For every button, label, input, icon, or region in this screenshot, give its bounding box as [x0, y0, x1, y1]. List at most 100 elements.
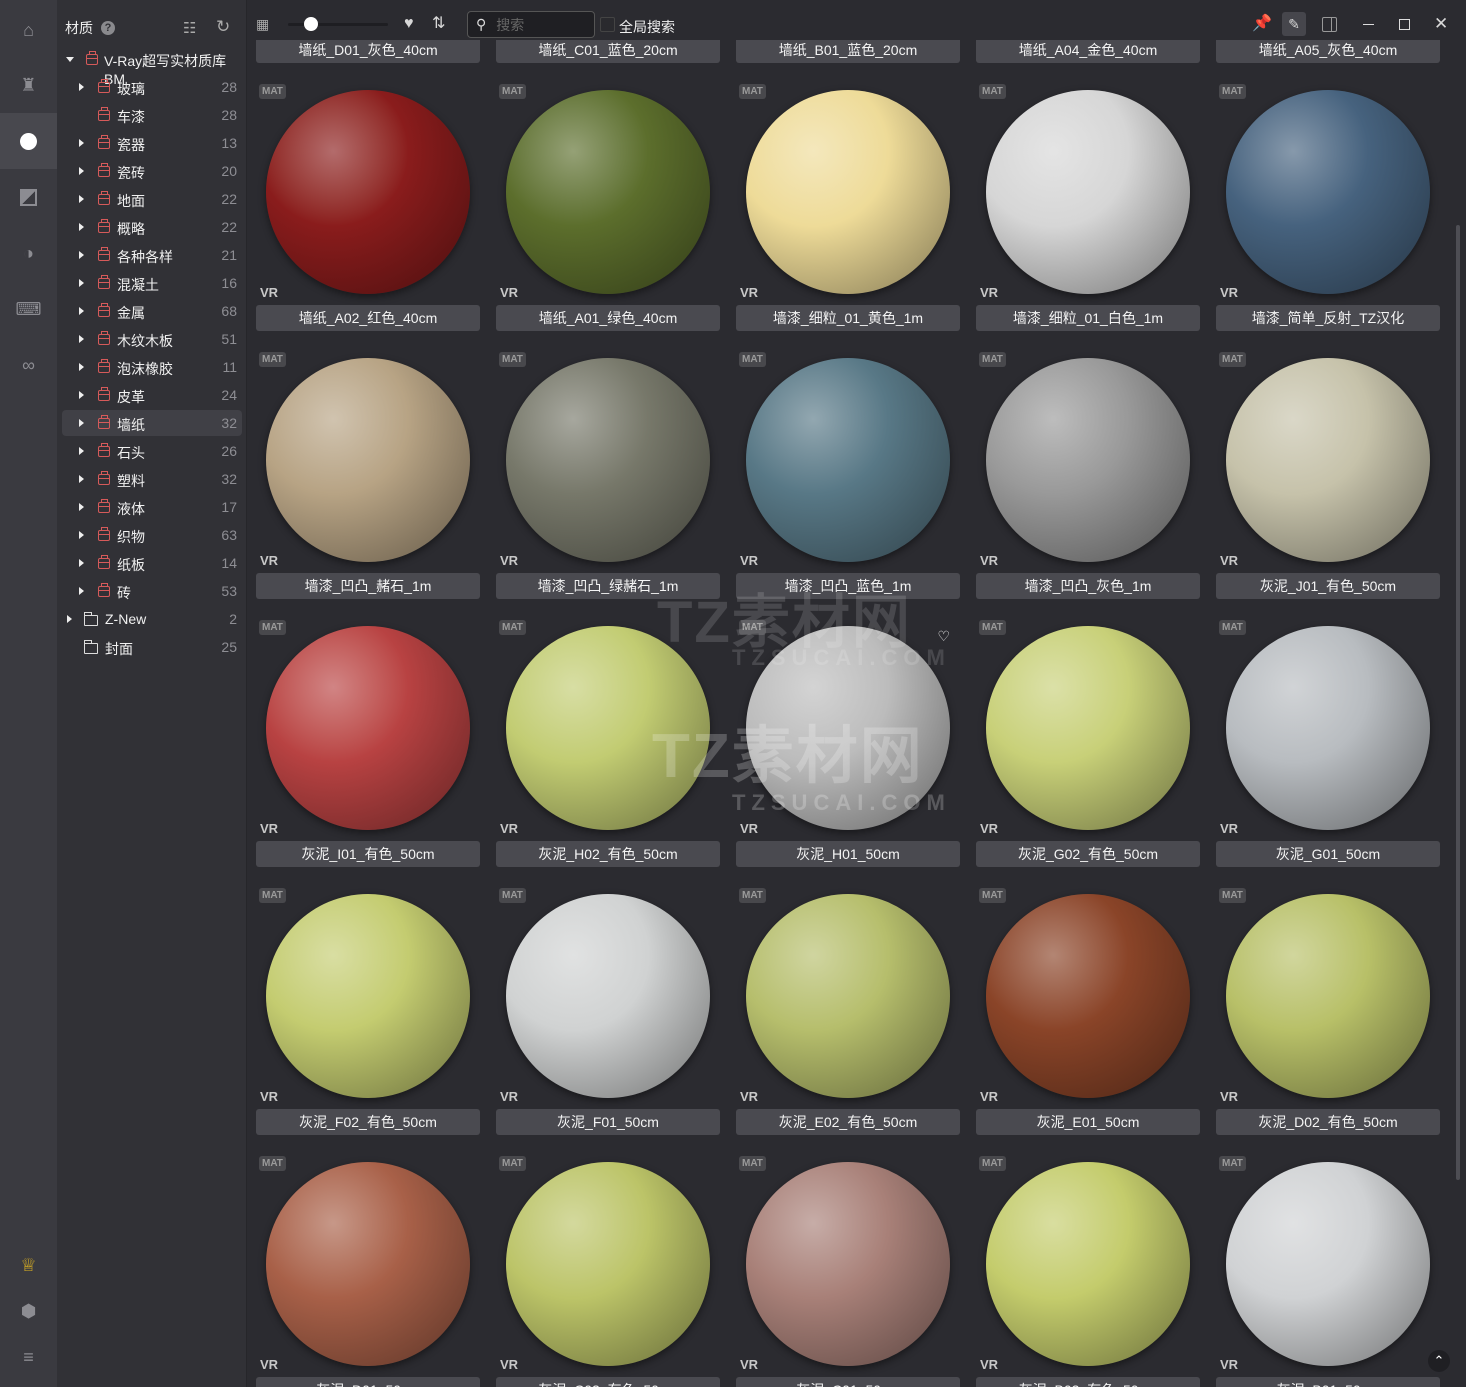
tree-item[interactable]: 各种各样 21 [62, 242, 242, 268]
caret-right-icon[interactable] [79, 475, 84, 483]
material-card[interactable]: MAT VR 墙纸_A05_灰色_40cm [1216, 40, 1440, 64]
edit-icon[interactable]: ✎ [1282, 12, 1306, 36]
tree-item[interactable]: 皮革 24 [62, 382, 242, 408]
minimize-icon[interactable] [1363, 24, 1374, 25]
caret-right-icon[interactable] [79, 83, 84, 91]
material-preview[interactable] [506, 90, 710, 294]
material-name[interactable]: 墙漆_凹凸_灰色_1m [976, 573, 1200, 599]
caret-right-icon[interactable] [79, 559, 84, 567]
material-card[interactable]: MAT VR 灰泥_I01_有色_50cm [256, 600, 480, 868]
caret-right-icon[interactable] [79, 167, 84, 175]
tree-item[interactable]: 混凝土 16 [62, 270, 242, 296]
favorite-heart-icon[interactable]: ♡ [937, 628, 950, 645]
material-card[interactable]: MAT VR 墙纸_B01_蓝色_20cm [736, 40, 960, 64]
material-card[interactable]: MAT VR 灰泥_G01_50cm [1216, 600, 1440, 868]
material-name[interactable]: 灰泥_F01_50cm [496, 1109, 720, 1135]
pin-icon[interactable]: 📌 [1252, 16, 1272, 32]
material-name[interactable]: 灰泥_C02_有色_50cm [496, 1377, 720, 1387]
material-sphere-icon[interactable] [0, 113, 57, 169]
material-card[interactable]: MAT VR 墙纸_A04_金色_40cm [976, 40, 1200, 64]
material-preview[interactable] [266, 894, 470, 1098]
material-preview[interactable] [1226, 90, 1430, 294]
material-name[interactable]: 墙纸_A05_灰色_40cm [1216, 40, 1440, 63]
material-name[interactable]: 墙漆_凹凸_赭石_1m [256, 573, 480, 599]
tree-item[interactable]: 地面 22 [62, 186, 242, 212]
tree-item[interactable]: 金属 68 [62, 298, 242, 324]
material-preview[interactable] [506, 358, 710, 562]
caret-right-icon[interactable] [67, 615, 72, 623]
help-icon[interactable]: ? [101, 21, 115, 35]
caret-right-icon[interactable] [79, 195, 84, 203]
caret-right-icon[interactable] [79, 447, 84, 455]
search-box[interactable]: ⚲ [467, 11, 595, 38]
material-name[interactable]: 墙纸_A02_红色_40cm [256, 305, 480, 331]
global-search-checkbox[interactable] [600, 17, 615, 32]
material-preview[interactable] [986, 626, 1190, 830]
material-card[interactable]: MAT VR 墙漆_细粒_01_白色_1m [976, 64, 1200, 332]
home-icon[interactable]: ⌂ [0, 2, 57, 58]
tree-item[interactable]: 玻璃 28 [62, 74, 242, 100]
material-preview[interactable] [746, 358, 950, 562]
tree-item[interactable]: 纸板 14 [62, 550, 242, 576]
material-card[interactable]: MAT VR 灰泥_D01_50cm [256, 1136, 480, 1387]
chair-icon[interactable]: ♜ [0, 57, 57, 113]
caret-right-icon[interactable] [79, 419, 84, 427]
material-card[interactable]: MAT VR 灰泥_B01_50cm [1216, 1136, 1440, 1387]
material-name[interactable]: 墙漆_凹凸_蓝色_1m [736, 573, 960, 599]
material-card[interactable]: MAT VR 墙漆_细粒_01_黄色_1m [736, 64, 960, 332]
material-card[interactable]: MAT VR 墙漆_简单_反射_TZ汉化 [1216, 64, 1440, 332]
material-name[interactable]: 墙纸_C01_蓝色_20cm [496, 40, 720, 63]
maximize-icon[interactable] [1399, 19, 1410, 30]
material-preview[interactable] [986, 90, 1190, 294]
tree-item[interactable]: 概略 22 [62, 214, 242, 240]
material-name[interactable]: 墙纸_A04_金色_40cm [976, 40, 1200, 63]
material-card[interactable]: MAT VR 灰泥_G02_有色_50cm [976, 600, 1200, 868]
tree-item[interactable]: 液体 17 [62, 494, 242, 520]
caret-right-icon[interactable] [79, 139, 84, 147]
texture-icon[interactable] [0, 169, 57, 225]
tree-item[interactable]: 瓷器 13 [62, 130, 242, 156]
material-name[interactable]: 灰泥_B01_50cm [1216, 1377, 1440, 1387]
material-preview[interactable] [986, 1162, 1190, 1366]
caret-right-icon[interactable] [79, 307, 84, 315]
grid-view-icon[interactable]: ▦ [256, 17, 269, 31]
material-card[interactable]: MAT VR 墙漆_凹凸_绿赭石_1m [496, 332, 720, 600]
tree-item[interactable]: 车漆 28 [62, 102, 242, 128]
material-preview[interactable] [746, 626, 950, 830]
caret-right-icon[interactable] [79, 251, 84, 259]
material-name[interactable]: 墙漆_细粒_01_白色_1m [976, 305, 1200, 331]
thumbnail-size-slider[interactable] [288, 17, 388, 31]
material-preview[interactable] [506, 1162, 710, 1366]
material-name[interactable]: 灰泥_D01_50cm [256, 1377, 480, 1387]
caret-right-icon[interactable] [79, 587, 84, 595]
side-panel-icon[interactable] [1322, 17, 1337, 32]
favorites-heart-icon[interactable]: ♥ [404, 16, 414, 32]
material-preview[interactable] [746, 90, 950, 294]
material-name[interactable]: 灰泥_H01_50cm [736, 841, 960, 867]
hierarchy-icon[interactable]: ☷ [183, 19, 196, 37]
material-card[interactable]: MAT VR 墙漆_凹凸_灰色_1m [976, 332, 1200, 600]
material-preview[interactable] [266, 626, 470, 830]
material-preview[interactable] [1226, 894, 1430, 1098]
material-preview[interactable] [1226, 1162, 1430, 1366]
material-name[interactable]: 墙漆_凹凸_绿赭石_1m [496, 573, 720, 599]
close-icon[interactable]: ✕ [1434, 15, 1448, 32]
material-name[interactable]: 墙纸_D01_灰色_40cm [256, 40, 480, 63]
material-preview[interactable] [746, 894, 950, 1098]
scrollbar-thumb[interactable] [1456, 225, 1460, 1180]
material-preview[interactable] [746, 1162, 950, 1366]
tree-item[interactable]: 塑料 32 [62, 466, 242, 492]
material-name[interactable]: 墙纸_A01_绿色_40cm [496, 305, 720, 331]
material-name[interactable]: 灰泥_I01_有色_50cm [256, 841, 480, 867]
material-card[interactable]: MAT VR 灰泥_D02_有色_50cm [1216, 868, 1440, 1136]
caret-right-icon[interactable] [79, 503, 84, 511]
material-preview[interactable] [1226, 626, 1430, 830]
material-card[interactable]: MAT ♡ VR 灰泥_H01_50cm [736, 600, 960, 868]
material-name[interactable]: 灰泥_E02_有色_50cm [736, 1109, 960, 1135]
material-preview[interactable] [506, 626, 710, 830]
material-card[interactable]: MAT VR 墙纸_C01_蓝色_20cm [496, 40, 720, 64]
material-name[interactable]: 灰泥_F02_有色_50cm [256, 1109, 480, 1135]
caret-right-icon[interactable] [79, 279, 84, 287]
material-card[interactable]: MAT VR 灰泥_C01_50cm [736, 1136, 960, 1387]
material-name[interactable]: 灰泥_B02_有色_50cm [976, 1377, 1200, 1387]
